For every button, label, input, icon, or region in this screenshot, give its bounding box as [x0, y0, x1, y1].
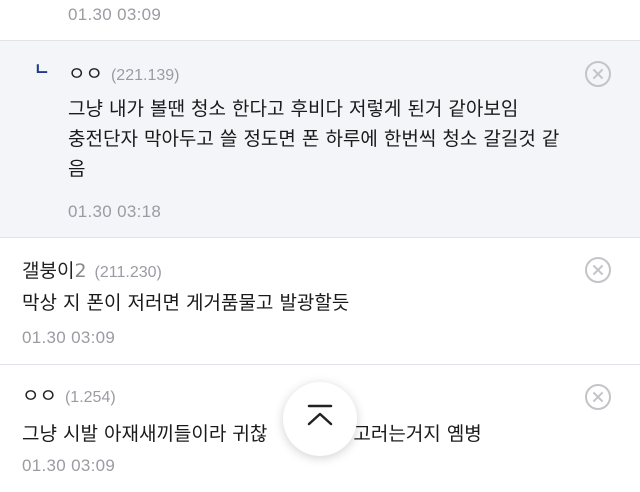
comment-author: 갤붕이2 (211.230) [22, 256, 162, 283]
comment-date: 01.30 03:09 [22, 456, 116, 475]
author-ip: (221.139) [110, 67, 180, 84]
close-circle-icon[interactable] [585, 61, 611, 87]
comment-item: 갤붕이2 (211.230) 막상 지 폰이 저러면 게거품물고 발광할듯 01… [0, 238, 640, 365]
nickname-suffix: 2 [74, 260, 87, 282]
comment-author: ㅇㅇ (221.139) [68, 59, 179, 86]
close-circle-icon[interactable] [585, 257, 611, 283]
comment-author: ㅇㅇ (1.254) [22, 381, 116, 408]
author-nickname[interactable]: ㅇㅇ [68, 59, 103, 86]
comment-line: 충전단자 막아두고 쓸 정도면 폰 하루에 한번씩 청소 갈길것 같 [68, 128, 560, 150]
close-circle-icon[interactable] [585, 384, 611, 410]
comment-line: 고러는거지 옘병 [353, 423, 482, 445]
chevron-up-icon [307, 404, 333, 426]
comment-date: 01.30 03:09 [68, 5, 162, 24]
author-nickname[interactable]: 갤붕이2 [22, 256, 87, 283]
author-ip: (211.230) [94, 264, 162, 281]
comment-text: 그냥 내가 볼땐 청소 한다고 후비다 저렇게 된거 같아보임 충전단자 막아두… [68, 94, 628, 184]
comment-line: 음 [68, 158, 86, 180]
scroll-top-button[interactable] [283, 382, 357, 456]
reply-comment-item: ㄴ ㅇㅇ (221.139) 그냥 내가 볼땐 청소 한다고 후비다 저렇게 된… [0, 41, 640, 238]
comment-line: 그냥 내가 볼땐 청소 한다고 후비다 저렇게 된거 같아보임 [68, 98, 519, 120]
comment-line: 막상 지 폰이 저러면 게거품물고 발광할듯 [22, 292, 350, 314]
author-nickname[interactable]: ㅇㅇ [22, 381, 57, 408]
comment-date: 01.30 03:18 [68, 202, 162, 221]
comment-date: 01.30 03:09 [22, 328, 116, 347]
comment-text: 막상 지 폰이 저러면 게거품물고 발광할듯 [22, 288, 582, 318]
reply-arrow-icon: ㄴ [34, 60, 50, 80]
comment-line: 그냥 시발 아재새끼들이라 귀찮 [22, 423, 268, 445]
comment-item: 01.30 03:09 [0, 0, 640, 41]
author-ip: (1.254) [64, 389, 116, 406]
